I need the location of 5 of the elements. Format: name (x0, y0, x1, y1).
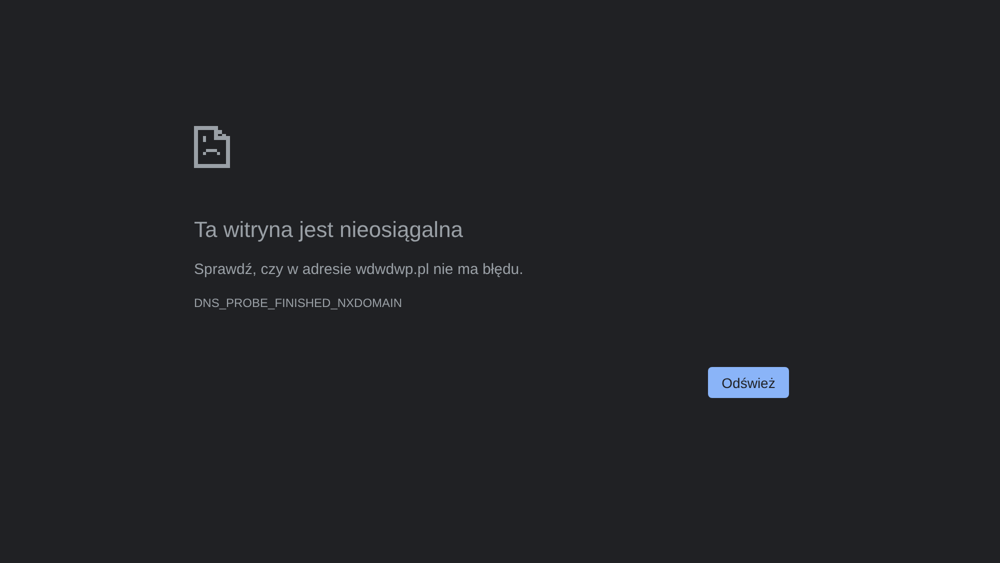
error-code: DNS_PROBE_FINISHED_NXDOMAIN (194, 296, 402, 310)
error-heading: Ta witryna jest nieosiągalna (194, 216, 464, 244)
sad-page-icon (194, 126, 230, 168)
error-message: Sprawdź, czy w adresie wdwdwp.pl nie ma błędu. (194, 260, 524, 280)
reload-button[interactable]: Odśwież (708, 367, 789, 398)
